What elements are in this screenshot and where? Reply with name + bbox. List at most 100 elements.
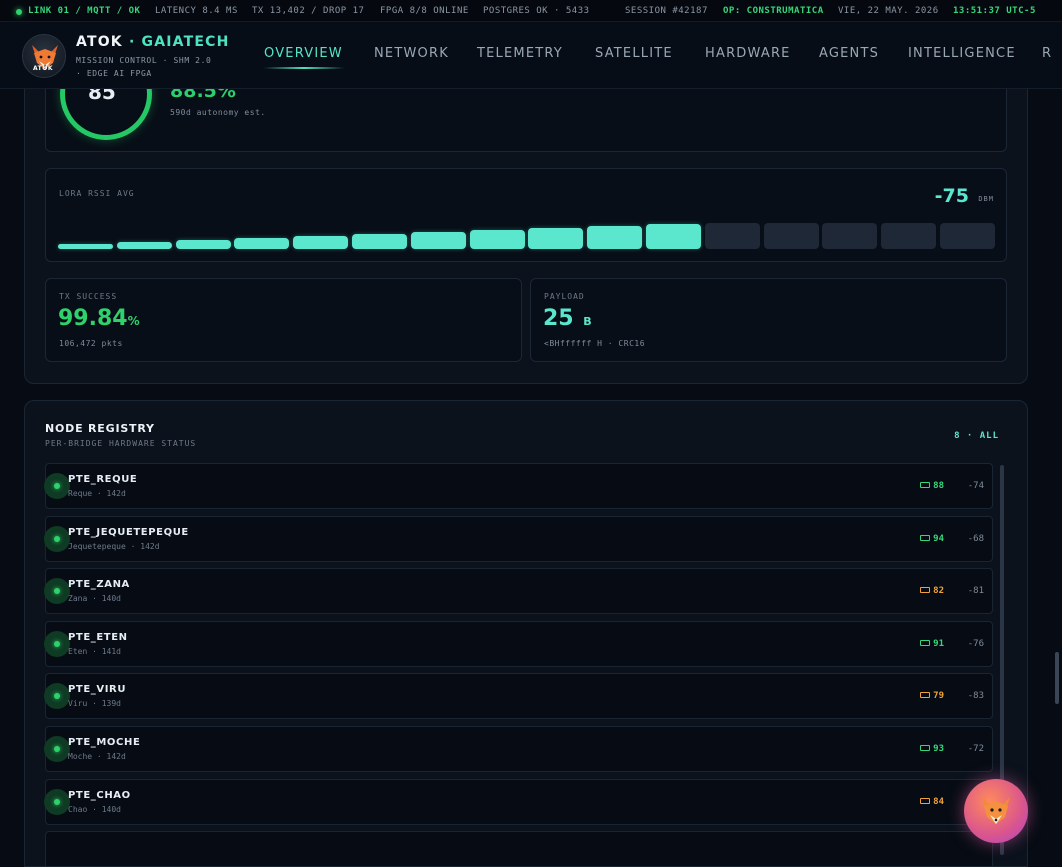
payload-format: <BHffffff H · CRC16 bbox=[544, 339, 646, 348]
rssi-bar bbox=[58, 244, 113, 249]
node-name: PTE_REQUE bbox=[68, 474, 138, 485]
nav-tab-telemetry[interactable]: TELEMETRY bbox=[477, 46, 563, 61]
link-status-dot bbox=[16, 9, 22, 15]
rssi-bar bbox=[881, 223, 937, 249]
autonomy-estimate: 590d autonomy est. bbox=[170, 108, 266, 117]
node-battery: 93 bbox=[920, 744, 944, 754]
battery-icon bbox=[920, 587, 931, 594]
fox-icon bbox=[982, 797, 1010, 824]
registry-subtitle: PER-BRIDGE HARDWARE STATUS bbox=[45, 439, 197, 448]
node-battery: 88 bbox=[920, 481, 944, 491]
node-battery-value: 82 bbox=[933, 586, 944, 597]
nav-tab-hardware[interactable]: HARDWARE bbox=[705, 46, 791, 61]
online-dot bbox=[54, 798, 60, 805]
session-readout: SESSION #42187 bbox=[625, 6, 708, 16]
node-status-indicator bbox=[44, 630, 70, 657]
operator-readout: OP: CONSTRUMATICA bbox=[723, 6, 824, 16]
rssi-bar bbox=[704, 223, 760, 249]
tx-readout: TX 13,402 / DROP 17 bbox=[252, 6, 365, 16]
tx-success-label: TX SUCCESS bbox=[59, 292, 118, 301]
table-row[interactable]: PTE_CHAO Chao · 140d 84 bbox=[44, 778, 993, 825]
table-row[interactable]: PTE_REQUE Reque · 142d 88 -74 bbox=[44, 463, 993, 509]
rssi-bar bbox=[116, 242, 172, 249]
battery-icon bbox=[920, 797, 931, 804]
nav-tab-overview[interactable]: OVERVIEW bbox=[264, 46, 343, 61]
node-rssi: -81 bbox=[967, 586, 984, 597]
node-name: PTE_MOCHE bbox=[68, 737, 141, 748]
rssi-bar bbox=[469, 230, 525, 249]
node-battery-value: 79 bbox=[933, 691, 944, 702]
rssi-value: -75 bbox=[934, 185, 969, 207]
payload-label: PAYLOAD bbox=[544, 292, 585, 301]
node-location: Reque · 142d bbox=[68, 489, 126, 498]
tx-success-card: TX SUCCESS 99.84% 106,472 pkts bbox=[45, 278, 522, 362]
nav-tab-overflow[interactable]: R bbox=[1042, 46, 1052, 61]
table-row[interactable]: PTE_ETEN Eten · 141d 91 -76 bbox=[44, 620, 993, 667]
online-dot bbox=[54, 535, 60, 542]
rssi-bar bbox=[234, 238, 290, 249]
node-location: Viru · 139d bbox=[68, 699, 121, 709]
table-row[interactable]: PTE_VIRU Viru · 139d 79 -83 bbox=[44, 673, 993, 720]
brand-separator: · bbox=[128, 34, 136, 50]
table-row[interactable]: PTE_ZANA Zana · 140d 82 -81 bbox=[44, 568, 993, 615]
atok-logo[interactable]: ATOK bbox=[22, 34, 66, 78]
node-battery: 82 bbox=[920, 586, 944, 596]
node-battery-value: 88 bbox=[933, 481, 944, 491]
rssi-bar bbox=[646, 224, 701, 249]
link-status: LINK 01 / MQTT / OK bbox=[28, 6, 141, 16]
node-rssi: -83 bbox=[967, 691, 984, 702]
node-location: Moche · 142d bbox=[68, 752, 126, 761]
node-name: PTE_VIRU bbox=[68, 684, 127, 696]
nav-tab-network[interactable]: NETWORK bbox=[374, 46, 449, 61]
battery-icon bbox=[920, 639, 931, 646]
rssi-bar bbox=[822, 223, 878, 249]
rssi-bar bbox=[940, 223, 995, 249]
node-battery-value: 91 bbox=[933, 638, 944, 649]
rssi-unit: DBM bbox=[978, 195, 994, 203]
payload-value: 25 bbox=[543, 306, 574, 331]
date-readout: VIE, 22 MAY. 2026 bbox=[838, 6, 939, 16]
table-row[interactable]: PTE_JEQUETEPEQUE Jequetepeque · 142d 94 -68 bbox=[44, 515, 993, 562]
online-dot bbox=[54, 746, 60, 752]
list-item-partial[interactable] bbox=[45, 831, 993, 866]
assistant-button[interactable] bbox=[964, 779, 1028, 843]
rssi-label: LORA RSSI AVG bbox=[59, 189, 135, 198]
battery-icon bbox=[920, 692, 931, 699]
nav-tab-agents[interactable]: AGENTS bbox=[819, 46, 879, 61]
table-row[interactable]: PTE_MOCHE Moche · 142d 93 -72 bbox=[44, 726, 993, 772]
brand-name-accent: GAIATECH bbox=[141, 34, 230, 50]
node-status-indicator bbox=[44, 683, 70, 710]
rssi-bar bbox=[528, 228, 584, 249]
battery-icon bbox=[920, 534, 931, 541]
node-rssi: -76 bbox=[967, 638, 984, 649]
rssi-bar bbox=[410, 232, 466, 249]
node-status-indicator bbox=[44, 788, 70, 815]
online-dot bbox=[54, 588, 60, 595]
rssi-bar bbox=[763, 223, 819, 249]
registry-filter-count[interactable]: 8 · ALL bbox=[954, 431, 999, 441]
node-name: PTE_JEQUETEPEQUE bbox=[68, 526, 189, 538]
online-dot bbox=[54, 483, 60, 489]
node-battery: 94 bbox=[920, 534, 944, 544]
node-location: Zana · 140d bbox=[68, 594, 121, 604]
rssi-bar bbox=[293, 236, 349, 249]
node-status-indicator bbox=[44, 473, 70, 499]
rssi-bar bbox=[352, 234, 407, 249]
nav-tab-intelligence[interactable]: INTELLIGENCE bbox=[908, 46, 1016, 61]
tx-success-value: 99.84 bbox=[58, 306, 128, 331]
nav-tab-satellite[interactable]: SATELLITE bbox=[595, 46, 673, 61]
nav-active-indicator bbox=[264, 67, 344, 69]
page-scrollbar[interactable] bbox=[1055, 652, 1059, 704]
app-header: ATOK ATOK · GAIATECH MISSION CONTROL · S… bbox=[0, 22, 1062, 89]
node-location: Jequetepeque · 142d bbox=[68, 541, 160, 551]
tx-success-unit: % bbox=[127, 314, 140, 328]
node-battery-value: 93 bbox=[933, 744, 944, 754]
fpga-readout: FPGA 8/8 ONLINE bbox=[380, 6, 469, 16]
node-battery: 79 bbox=[920, 691, 944, 701]
node-registry-panel: NODE REGISTRY PER-BRIDGE HARDWARE STATUS… bbox=[24, 400, 1028, 867]
postgres-readout: POSTGRES OK · 5433 bbox=[483, 6, 590, 16]
brand-name: ATOK bbox=[76, 34, 123, 50]
node-name: PTE_ETEN bbox=[68, 631, 128, 643]
payload-card: PAYLOAD 25 B <BHffffff H · CRC16 bbox=[530, 278, 1007, 362]
battery-icon bbox=[920, 482, 931, 488]
